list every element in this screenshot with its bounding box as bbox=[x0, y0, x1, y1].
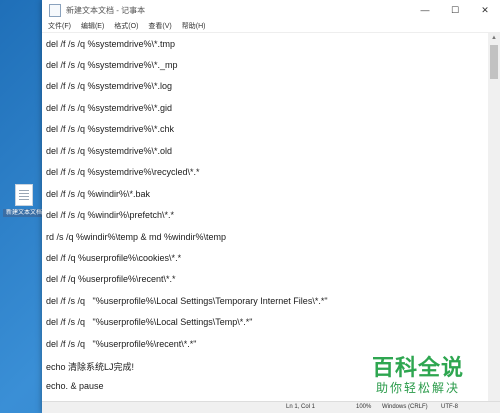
title-bar[interactable]: 新建文本文档 - 记事本 — ☐ ✕ bbox=[42, 0, 500, 20]
notepad-app-icon bbox=[49, 3, 61, 17]
text-line: del /f /s /q "%userprofile%\Local Settin… bbox=[46, 296, 328, 306]
menu-bar: 文件(F) 编辑(E) 格式(O) 查看(V) 帮助(H) bbox=[42, 20, 500, 33]
text-line: echo. & pause bbox=[46, 381, 104, 391]
text-line: del /f /q %userprofile%\cookies\*.* bbox=[46, 253, 182, 263]
scrollbar-thumb[interactable] bbox=[490, 45, 498, 79]
text-line: del /f /s /q %systemdrive%\*.gid bbox=[46, 103, 173, 113]
text-line: del /f /s /q %windir%\*.bak bbox=[46, 189, 151, 199]
menu-help[interactable]: 帮助(H) bbox=[182, 21, 206, 31]
text-document-icon bbox=[15, 184, 33, 206]
menu-file[interactable]: 文件(F) bbox=[48, 21, 71, 31]
text-line: del /f /s /q %systemdrive%\recycled\*.* bbox=[46, 167, 200, 177]
menu-format[interactable]: 格式(O) bbox=[114, 21, 138, 31]
window-title: 新建文本文档 - 记事本 bbox=[66, 5, 146, 15]
text-editor[interactable]: del /f /s /q %systemdrive%\*.tmp del /f … bbox=[42, 33, 488, 402]
zoom-level: 100% bbox=[356, 404, 372, 410]
text-line: del /f /q %userprofile%\recent\*.* bbox=[46, 274, 176, 284]
menu-edit[interactable]: 编辑(E) bbox=[81, 21, 104, 31]
cursor-position: Ln 1, Col 1 bbox=[286, 404, 316, 410]
desktop-file-icon[interactable]: 新建文本文档 bbox=[3, 184, 45, 217]
text-line: del /f /s /q "%userprofile%\Local Settin… bbox=[46, 317, 253, 327]
text-line: rd /s /q %windir%\temp & md %windir%\tem… bbox=[46, 232, 227, 242]
encoding: UTF-8 bbox=[441, 404, 458, 410]
notepad-window: 新建文本文档 - 记事本 — ☐ ✕ 文件(F) 编辑(E) 格式(O) 查看(… bbox=[42, 0, 500, 413]
text-line: del /f /s /q %systemdrive%\*._mp bbox=[46, 60, 178, 70]
minimize-button[interactable]: — bbox=[410, 0, 440, 20]
watermark-title: 百科全说 bbox=[372, 355, 465, 380]
menu-view[interactable]: 查看(V) bbox=[148, 21, 171, 31]
scroll-up-icon[interactable]: ▲ bbox=[488, 33, 500, 43]
vertical-scrollbar[interactable]: ▲ bbox=[488, 33, 500, 402]
close-button[interactable]: ✕ bbox=[470, 0, 500, 20]
line-ending: Windows (CRLF) bbox=[382, 404, 428, 410]
text-line: del /f /s /q %systemdrive%\*.tmp bbox=[46, 39, 176, 49]
desktop-file-label: 新建文本文档 bbox=[3, 209, 45, 217]
watermark-logo: 百科全说 助你轻松解决 bbox=[372, 356, 464, 396]
maximize-button[interactable]: ☐ bbox=[440, 0, 470, 20]
text-line: del /f /s /q %windir%\prefetch\*.* bbox=[46, 210, 175, 220]
text-line: del /f /s /q "%userprofile%\recent\*.*" bbox=[46, 339, 197, 349]
status-bar: Ln 1, Col 1 100% Windows (CRLF) UTF-8 bbox=[42, 401, 500, 413]
text-line: del /f /s /q %systemdrive%\*.chk bbox=[46, 124, 175, 134]
text-line: echo 清除系统LJ完成! bbox=[46, 362, 135, 372]
text-line: del /f /s /q %systemdrive%\*.log bbox=[46, 81, 173, 91]
watermark-subtitle: 助你轻松解决 bbox=[376, 381, 461, 395]
text-line: del /f /s /q %systemdrive%\*.old bbox=[46, 146, 173, 156]
